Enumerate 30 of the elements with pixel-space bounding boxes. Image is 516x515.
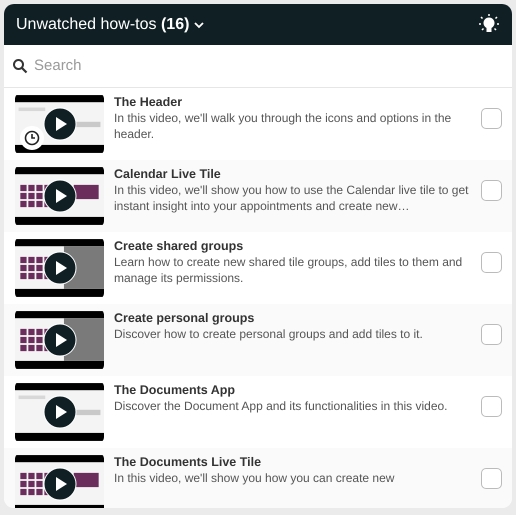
video-title: Create shared groups	[114, 238, 244, 254]
video-row[interactable]: The Documents Live Tile In this video, we'll show you how you can create new	[4, 448, 512, 508]
video-title: Create personal groups	[114, 310, 256, 326]
search-icon	[12, 58, 28, 74]
video-title: Calendar Live Tile	[114, 166, 222, 182]
video-title: The Documents App	[114, 382, 236, 398]
watched-checkbox[interactable]	[481, 180, 502, 201]
watched-checkbox[interactable]	[481, 396, 502, 417]
video-description: In this video, we'll walk you through the icons and options in the header.	[114, 110, 452, 142]
play-icon[interactable]	[43, 179, 77, 213]
play-icon[interactable]	[43, 107, 77, 141]
watched-checkbox[interactable]	[481, 252, 502, 273]
watched-checkbox[interactable]	[481, 324, 502, 345]
video-row[interactable]: Create personal groups Discover how to create personal groups and add tiles to it.	[4, 304, 512, 376]
play-icon[interactable]	[43, 467, 77, 501]
watched-checkbox[interactable]	[481, 108, 502, 129]
video-description: In this video, we'll show you how you can create new	[114, 470, 396, 486]
list-title-dropdown[interactable]: Unwatched how-tos (16)	[16, 12, 206, 36]
play-icon[interactable]	[43, 323, 77, 357]
video-title: The Documents Live Tile	[114, 454, 262, 470]
video-description: Discover how to create personal groups and add tiles to it.	[114, 326, 424, 342]
video-row[interactable]: Calendar Live Tile In this video, we'll show you how to use the Calendar live tile to get instant insight into your appointments and create new…	[4, 160, 512, 232]
video-description: In this video, we'll show you how to use the Calendar live tile to get instant insight into your appointments and create new…	[114, 182, 470, 214]
play-icon[interactable]	[43, 251, 77, 285]
video-title: The Header	[114, 94, 184, 110]
search-field[interactable]: Search	[34, 54, 504, 78]
video-description: Learn how to create new shared tile groups, add tiles to them and manage its permissions.	[114, 254, 464, 286]
watched-checkbox[interactable]	[481, 468, 502, 489]
video-description: Discover the Document App and its functionalities in this video.	[114, 398, 449, 414]
play-icon[interactable]	[43, 395, 77, 429]
